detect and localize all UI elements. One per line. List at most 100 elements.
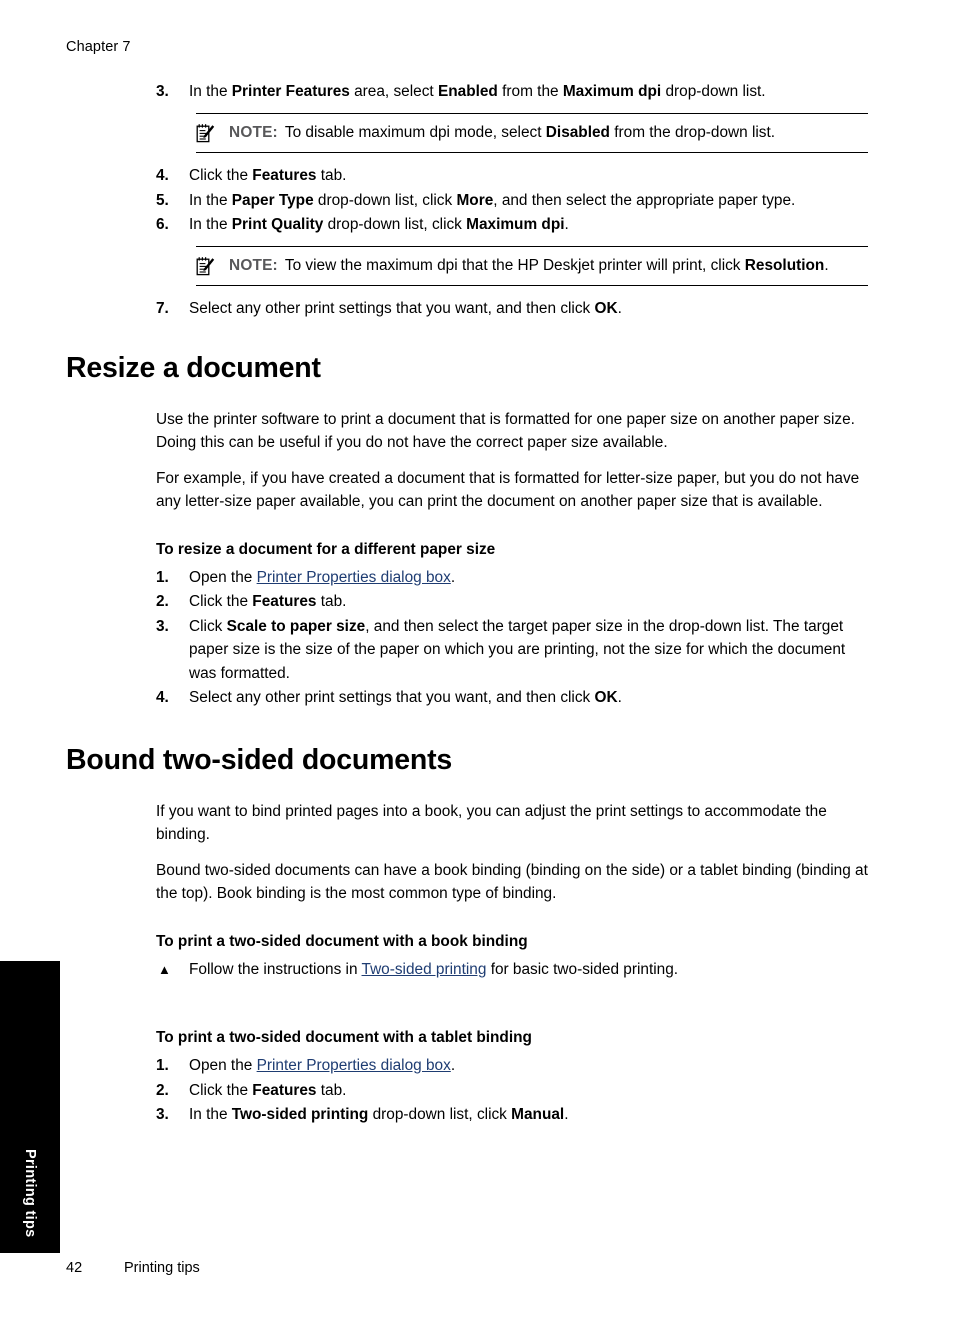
step-number: 6. xyxy=(156,216,169,233)
triangle-bullet-icon: ▲ xyxy=(158,961,171,977)
step-text: Click xyxy=(189,617,227,635)
step-text: drop-down list, click xyxy=(368,1106,512,1123)
step-number: 4. xyxy=(156,167,169,184)
step-text: for basic two-sided printing. xyxy=(486,960,679,978)
note-text: . xyxy=(824,256,829,274)
footer-section-name: Printing tips xyxy=(124,1260,200,1276)
step-text: drop-down list, click xyxy=(323,216,467,233)
step-bold-two-sided-printing: Two-sided printing xyxy=(231,1106,369,1123)
step-bold-ok: OK xyxy=(594,300,618,317)
list-item: 2. Click the Features tab. xyxy=(156,590,868,614)
step-bold-features: Features xyxy=(252,1081,317,1099)
note-label: NOTE: xyxy=(229,123,278,141)
step-text: tab. xyxy=(316,167,347,184)
step-text: Select any other print settings that you… xyxy=(189,689,595,706)
link-printer-properties-dialog-box[interactable]: Printer Properties dialog box xyxy=(257,569,451,586)
link-two-sided-printing[interactable]: Two-sided printing xyxy=(362,961,487,978)
step-text: In the xyxy=(189,83,232,100)
step-number: 1. xyxy=(156,568,169,586)
note-bold-resolution: Resolution xyxy=(744,256,825,274)
step-text: Click the xyxy=(189,593,253,610)
step-number: 2. xyxy=(156,1081,169,1099)
section-heading-resize-a-document: Resize a document xyxy=(66,351,321,384)
max-dpi-step-list: 3. In the Printer Features area, select E… xyxy=(156,80,868,104)
section-thumb-tab: Printing tips xyxy=(0,961,60,1253)
step-bold-more: More xyxy=(456,191,494,209)
book-binding-step-list: ▲ Follow the instructions in Two-sided pr… xyxy=(156,958,868,982)
step-bold-ok: OK xyxy=(594,689,618,706)
paragraph: Use the printer software to print a docu… xyxy=(156,410,855,452)
step-text: Open the xyxy=(189,1057,257,1074)
step-number: 7. xyxy=(156,300,169,317)
step-text: . xyxy=(450,568,456,586)
chapter-running-head: Chapter 7 xyxy=(66,39,131,55)
step-number: 4. xyxy=(156,689,169,706)
page-content: 3. In the Printer Features area, select E… xyxy=(66,80,868,1128)
step-text: tab. xyxy=(316,1081,347,1099)
list-item: 2. Click the Features tab. xyxy=(156,1079,868,1103)
step-text: tab. xyxy=(316,593,347,610)
step-text: . xyxy=(617,300,622,317)
step-number: 3. xyxy=(156,617,169,635)
step-text: Click the xyxy=(189,1081,253,1099)
step-bold-maximum-dpi: Maximum dpi xyxy=(562,83,662,100)
step-text: Click the xyxy=(189,167,253,184)
step-text: area, select xyxy=(349,83,438,100)
subsection-heading-tablet-binding: To print a two-sided document with a tab… xyxy=(156,1029,532,1046)
step-text: drop-down list. xyxy=(661,83,766,100)
page-footer: 42 Printing tips xyxy=(66,1258,200,1278)
footer-page-number: 42 xyxy=(66,1260,83,1276)
step-number: 1. xyxy=(156,1057,169,1074)
note-bold-disabled: Disabled xyxy=(545,123,610,141)
max-dpi-step-list-final: 7. Select any other print settings that y… xyxy=(156,297,868,321)
step-bold-paper-type: Paper Type xyxy=(231,191,314,209)
note-text: from the drop-down list. xyxy=(609,123,776,141)
step-bold-printer-features: Printer Features xyxy=(231,83,350,100)
note-label: NOTE: xyxy=(229,256,278,274)
note-pencil-icon xyxy=(196,123,215,143)
list-item: 1. Open the Printer Properties dialog box… xyxy=(156,566,868,590)
note-body: NOTE: To disable maximum dpi mode, select… xyxy=(196,121,868,145)
list-item: 3. Click Scale to paper size, and then se… xyxy=(156,615,868,686)
document-page: Chapter 7 3. In the Printer Features area… xyxy=(0,0,954,1321)
list-item: 1. Open the Printer Properties dialog box… xyxy=(156,1054,868,1078)
note-callout: NOTE: To view the maximum dpi that the HP… xyxy=(196,245,868,286)
link-printer-properties-dialog-box[interactable]: Printer Properties dialog box xyxy=(257,1057,451,1074)
step-text: , and then select the appropriate paper … xyxy=(493,191,796,209)
note-body: NOTE: To view the maximum dpi that the HP… xyxy=(196,254,868,278)
step-number: 3. xyxy=(156,83,169,100)
paragraph: If you want to bind printed pages into a… xyxy=(156,802,827,844)
list-item: 6. In the Print Quality drop-down list, c… xyxy=(156,213,868,237)
paragraph: Bound two-sided documents can have a boo… xyxy=(156,861,868,903)
list-item: 5. In the Paper Type drop-down list, clic… xyxy=(156,189,868,213)
list-item: 4. Select any other print settings that y… xyxy=(156,686,868,710)
thumb-tab-label: Printing tips xyxy=(22,1148,38,1237)
step-bold-maximum-dpi: Maximum dpi xyxy=(466,216,565,233)
list-item: 4. Click the Features tab. xyxy=(156,164,868,188)
step-text: . xyxy=(564,216,569,233)
subsection-heading-book-binding: To print a two-sided document with a boo… xyxy=(156,932,528,950)
step-bold-print-quality: Print Quality xyxy=(231,216,324,233)
step-text: In the xyxy=(189,191,232,209)
max-dpi-step-list-continued: 4. Click the Features tab. 5. In the Paper… xyxy=(156,164,868,237)
note-text: To view the maximum dpi that the HP Desk… xyxy=(284,256,745,274)
step-bold-features: Features xyxy=(252,167,317,184)
step-text: . xyxy=(450,1057,456,1074)
step-number: 2. xyxy=(156,593,169,610)
list-item: ▲ Follow the instructions in Two-sided pr… xyxy=(156,958,868,982)
step-bold-features: Features xyxy=(252,593,317,610)
step-text: Follow the instructions in xyxy=(189,960,362,978)
step-text: In the xyxy=(189,1106,232,1123)
step-text: drop-down list, click xyxy=(313,191,457,209)
step-text: . xyxy=(564,1106,569,1123)
note-text: To disable maximum dpi mode, select xyxy=(284,123,546,141)
note-callout: NOTE: To disable maximum dpi mode, select… xyxy=(196,112,868,153)
resize-step-list: 1. Open the Printer Properties dialog box… xyxy=(156,566,868,710)
list-item: 3. In the Printer Features area, select E… xyxy=(156,80,868,104)
list-item: 7. Select any other print settings that y… xyxy=(156,297,868,321)
step-text: from the xyxy=(497,83,563,100)
paragraph: For example, if you have created a docum… xyxy=(156,469,860,511)
step-number: 3. xyxy=(156,1106,169,1123)
tablet-binding-step-list: 1. Open the Printer Properties dialog box… xyxy=(156,1054,868,1127)
